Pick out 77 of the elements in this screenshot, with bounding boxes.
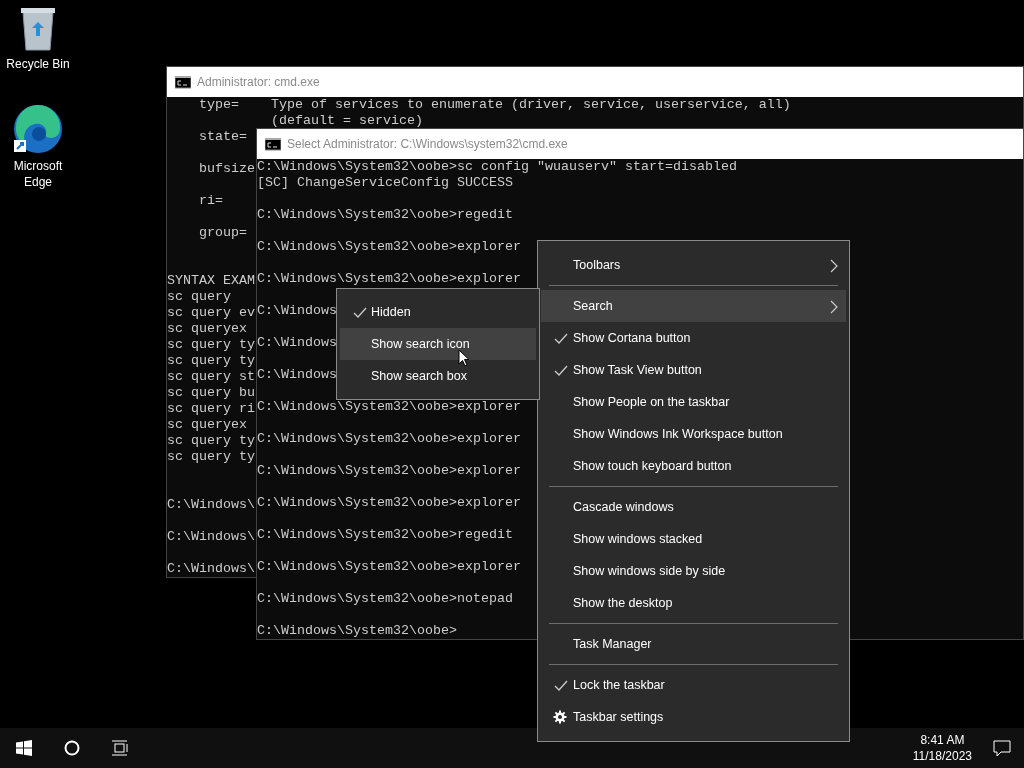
menu-item[interactable]: Show search icon xyxy=(340,328,536,360)
console-line: C:\Windows\System32\oobe>explorer xyxy=(257,463,521,479)
console-line: [SC] ChangeServiceConfig SUCCESS xyxy=(257,175,513,191)
console-line: C:\Windows\System32\oobe>explorer xyxy=(257,271,521,287)
window-title: Select Administrator: C:\Windows\system32\cmd.exe xyxy=(287,137,568,151)
console-line: C:\Windows\System32\oobe>regedit xyxy=(257,527,513,543)
menu-item[interactable]: Show search box xyxy=(340,360,536,392)
menu-item[interactable]: Lock the taskbar xyxy=(541,669,846,701)
checkmark-icon xyxy=(554,333,568,344)
console-line: state= xyxy=(198,129,247,145)
menu-item[interactable]: Search xyxy=(541,290,846,322)
menu-item[interactable]: Task Manager xyxy=(541,628,846,660)
console-line: sc queryex xyxy=(167,321,247,337)
menu-item[interactable]: Cascade windows xyxy=(541,491,846,523)
menu-item[interactable]: Show Windows Ink Workspace button xyxy=(541,418,846,450)
console-line: C:\Windows\System32\oobe>explorer xyxy=(257,239,521,255)
console-line: sc query ty xyxy=(167,353,255,369)
menu-item[interactable]: Hidden xyxy=(340,296,536,328)
console-line: C:\Windows\System32\oobe>explorer xyxy=(257,495,521,511)
console-line: C:\Windows\System32\oobe> xyxy=(257,623,457,639)
desktop-icon-label[interactable]: Recycle Bin xyxy=(6,56,70,72)
console-line: C:\Windows\ xyxy=(167,529,255,545)
console-line: ri= xyxy=(198,193,223,209)
menu-item[interactable]: Show Cortana button xyxy=(541,322,846,354)
circle-icon[interactable] xyxy=(64,740,80,756)
console-line: sc query ty xyxy=(167,337,255,353)
console-line: sc query ri xyxy=(167,401,255,417)
console-line: bufsize xyxy=(198,161,255,177)
console-line: C:\Windows\System32\oobe>explorer xyxy=(257,559,521,575)
date-text: 11/18/2023 xyxy=(912,748,972,764)
menu-item[interactable]: Show touch keyboard button xyxy=(541,450,846,482)
console-line: C:\Windows\System32\oobe>regedit xyxy=(257,207,513,223)
menu-item[interactable]: Taskbar settings xyxy=(541,701,846,733)
console-line: SYNTAX EXAM xyxy=(167,273,255,289)
console-line: C:\Windows xyxy=(257,303,337,319)
menu-item[interactable]: Toolbars xyxy=(541,249,846,281)
console-line: C:\Windows xyxy=(257,367,337,383)
console-icon xyxy=(175,75,191,89)
chevron-right-icon xyxy=(830,300,838,314)
console-line: sc query st xyxy=(167,369,255,385)
console-line: C:\Windows\ xyxy=(167,561,255,577)
menu-item[interactable]: Show Task View button xyxy=(541,354,846,386)
task-view-icon[interactable] xyxy=(112,740,128,756)
menu-item[interactable]: Show windows stacked xyxy=(541,523,846,555)
start-icon[interactable] xyxy=(16,740,32,756)
browser-logo-icon[interactable] xyxy=(13,104,63,154)
console-line: C:\Windows\System32\oobe>explorer xyxy=(257,399,521,415)
console-line: group= xyxy=(198,225,247,241)
checkmark-icon xyxy=(554,680,568,691)
checkmark-icon xyxy=(554,365,568,376)
console-line: sc query ev xyxy=(167,305,255,321)
menu-item[interactable]: Show People on the taskbar xyxy=(541,386,846,418)
console-line: C:\Windows\System32\oobe>notepad xyxy=(257,591,513,607)
checkmark-icon xyxy=(353,307,367,318)
mouse-pointer-icon xyxy=(458,349,470,367)
notification-icon[interactable] xyxy=(993,739,1011,757)
console-line: C:\Windows\System32\oobe>explorer xyxy=(257,431,521,447)
time-text: 8:41 AM xyxy=(920,732,965,748)
console-line: sc query bu xyxy=(167,385,255,401)
console-line: sc query xyxy=(167,289,231,305)
console-line: sc queryex xyxy=(167,417,247,433)
console-icon xyxy=(265,137,281,151)
console-line: (default = service) xyxy=(269,113,423,129)
desktop-icon-label[interactable]: Microsoft Edge xyxy=(6,158,70,190)
console-line: C:\Windows xyxy=(257,335,337,351)
console-line: C:\Windows\System32\oobe>sc config "wuauserv" start=disabled xyxy=(257,159,737,175)
chevron-right-icon xyxy=(830,259,838,273)
window-title: Administrator: cmd.exe xyxy=(197,75,320,89)
menu-item[interactable]: Show the desktop xyxy=(541,587,846,619)
menu-item[interactable]: Show windows side by side xyxy=(541,555,846,587)
settings-icon xyxy=(553,710,567,724)
console-line: sc query ty xyxy=(167,449,255,465)
console-line: type= Type of services to enumerate (driver, service, userservice, all) xyxy=(198,97,791,113)
console-line: C:\Windows\ xyxy=(167,497,255,513)
recycle-bin-icon[interactable] xyxy=(18,6,58,52)
console-line: sc query ty xyxy=(167,433,255,449)
clock[interactable]: 8:41 AM 11/18/2023 xyxy=(904,728,980,768)
